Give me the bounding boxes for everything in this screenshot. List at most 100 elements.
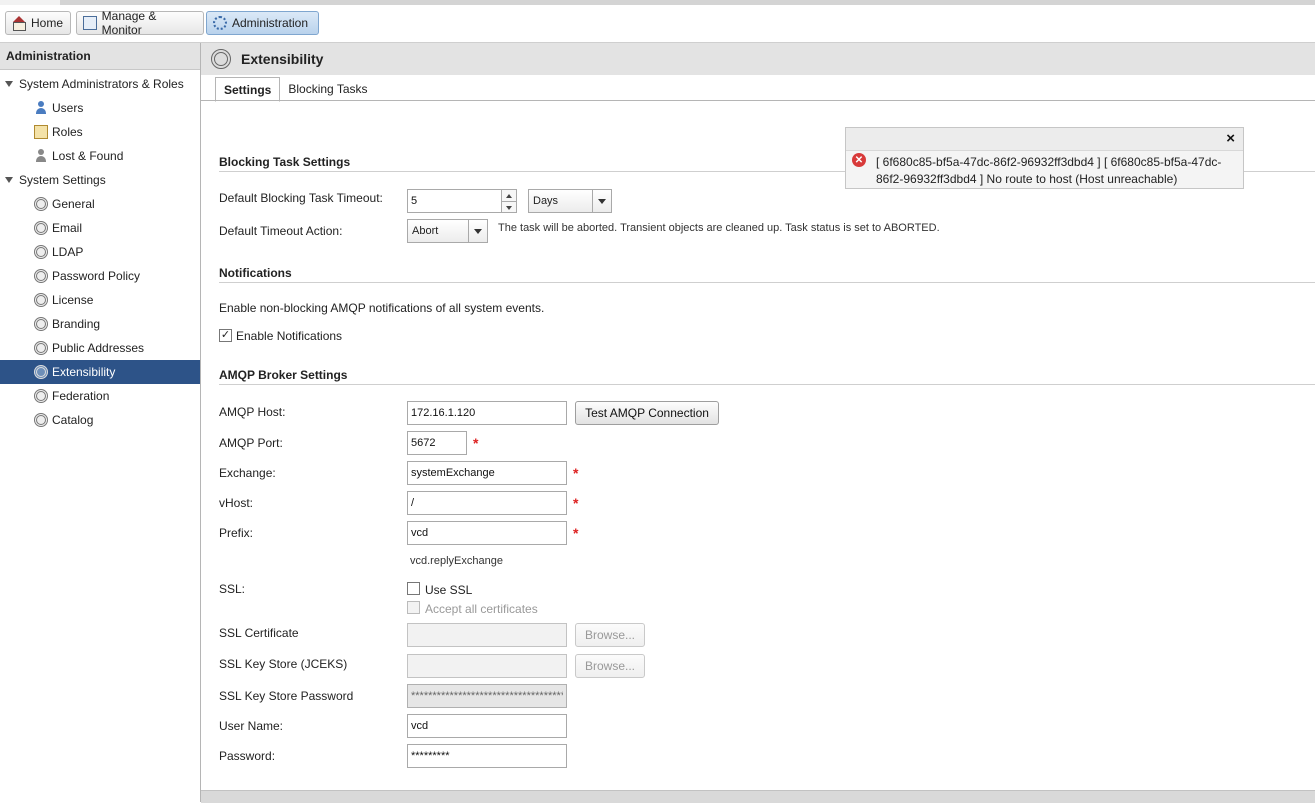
timeout-stepper[interactable] [501,189,517,213]
enable-notifications-checkbox[interactable]: ✓ [219,329,232,342]
tree-group-label: System Administrators & Roles [19,77,184,91]
ssl-keystore-password-input[interactable] [407,684,567,708]
roles-icon [34,125,48,139]
tree-group-admins-roles[interactable]: System Administrators & Roles [0,72,200,96]
stepper-down-icon[interactable] [502,201,516,213]
gear-icon [34,245,48,259]
users-icon [34,101,48,115]
monitor-icon [83,16,97,30]
timeout-input[interactable] [407,189,503,213]
gear-icon [34,221,48,235]
browse-keystore-button[interactable]: Browse... [575,654,645,678]
accept-all-certificates-checkbox[interactable] [407,601,420,614]
tab-settings[interactable]: Settings [215,77,281,102]
sidebar-item-roles[interactable]: Roles [0,120,200,144]
home-icon [12,16,26,31]
sidebar-item-label: Branding [52,317,101,331]
home-button[interactable]: Home [5,11,71,35]
expand-caret-icon[interactable] [5,177,13,183]
user-name-input[interactable] [407,714,567,738]
chevron-down-icon[interactable] [592,190,611,212]
sidebar-item-label: Federation [52,389,110,403]
administration-label: Administration [232,16,309,30]
expand-caret-icon[interactable] [5,81,13,87]
lost-found-icon [34,149,48,163]
sidebar-item-federation[interactable]: Federation [0,384,200,408]
required-asterisk: * [473,435,479,451]
ssl-label: SSL: [219,582,246,596]
ssl-certificate-input[interactable] [407,623,567,647]
sidebar-item-label: General [52,197,95,211]
sidebar-item-password-policy[interactable]: Password Policy [0,264,200,288]
test-amqp-connection-button[interactable]: Test AMQP Connection [575,401,719,425]
tab-blocking-tasks[interactable]: Blocking Tasks [280,77,375,101]
ssl-keystore-password-label: SSL Key Store Password [219,689,354,703]
gear-icon [34,269,48,283]
password-input[interactable] [407,744,567,768]
timeout-action-value: Abort [412,225,439,237]
required-asterisk: * [573,495,579,511]
stepper-up-icon[interactable] [502,190,516,201]
vhost-input[interactable] [407,491,567,515]
prefix-label: Prefix: [219,526,254,540]
prefix-preview: vcd.replyExchange [410,555,503,567]
prefix-input[interactable] [407,521,567,545]
sidebar-item-catalog[interactable]: Catalog [0,408,200,432]
required-asterisk: * [573,465,579,481]
ssl-keystore-label: SSL Key Store (JCEKS) [219,657,348,671]
sidebar-item-label: Lost & Found [52,149,124,163]
manage-monitor-button[interactable]: Manage & Monitor [76,9,204,37]
timeout-unit-value: Days [533,195,559,207]
tree-group-label: System Settings [19,173,106,187]
administration-button[interactable]: Administration [206,11,319,35]
bottom-scrollbar[interactable] [201,790,1315,803]
tab-divider [201,100,1315,101]
error-message: [ 6f680c85-bf5a-47dc-86f2-96932ff3dbd4 ]… [876,155,1222,186]
browse-certificate-button[interactable]: Browse... [575,623,645,647]
use-ssl-checkbox[interactable] [407,582,420,595]
gear-icon [34,365,48,379]
gear-icon [34,197,48,211]
sidebar-item-label: Password Policy [52,269,141,283]
ssl-keystore-input[interactable] [407,654,567,678]
sidebar-item-label: Roles [52,125,83,139]
sidebar-item-label: License [52,293,94,307]
amqp-port-label: AMQP Port: [219,436,283,450]
notifications-description: Enable non-blocking AMQP notifications o… [219,301,545,315]
accept-all-certificates-label: Accept all certificates [425,602,538,616]
sidebar-item-branding[interactable]: Branding [0,312,200,336]
notifications-section-title: Notifications [219,266,292,280]
required-asterisk: * [573,525,579,541]
sidebar-item-users[interactable]: Users [0,96,200,120]
timeout-action-hint: The task will be aborted. Transient obje… [498,222,940,234]
amqp-port-input[interactable] [407,431,467,455]
tree-group-system-settings[interactable]: System Settings [0,168,200,192]
extensibility-gear-icon [211,49,231,69]
gear-icon [34,317,48,331]
sidebar: Administration System Administrators & R… [0,43,201,802]
tab-bar: Settings Blocking Tasks [215,77,376,102]
chevron-down-icon[interactable] [468,220,487,242]
sidebar-item-label: Email [52,221,83,235]
sidebar-item-ldap[interactable]: LDAP [0,240,200,264]
sidebar-item-public-addresses[interactable]: Public Addresses [0,336,200,360]
home-label: Home [31,16,64,30]
amqp-host-label: AMQP Host: [219,405,286,419]
sidebar-item-license[interactable]: License [0,288,200,312]
section-divider [219,384,1315,385]
sidebar-item-extensibility[interactable]: Extensibility [0,360,200,384]
sidebar-item-email[interactable]: Email [0,216,200,240]
amqp-host-input[interactable] [407,401,567,425]
manage-monitor-label: Manage & Monitor [101,9,157,37]
sidebar-item-lost-found[interactable]: Lost & Found [0,144,200,168]
use-ssl-label: Use SSL [425,583,473,597]
timeout-unit-select[interactable]: Days [528,189,612,213]
sidebar-item-general[interactable]: General [0,192,200,216]
exchange-input[interactable] [407,461,567,485]
sidebar-header: Administration [0,43,200,70]
timeout-action-select[interactable]: Abort [407,219,488,243]
sidebar-item-label: LDAP [52,245,84,259]
error-icon: ✕ [852,153,866,167]
ssl-certificate-label: SSL Certificate [219,626,299,640]
close-icon[interactable]: × [1226,131,1235,147]
